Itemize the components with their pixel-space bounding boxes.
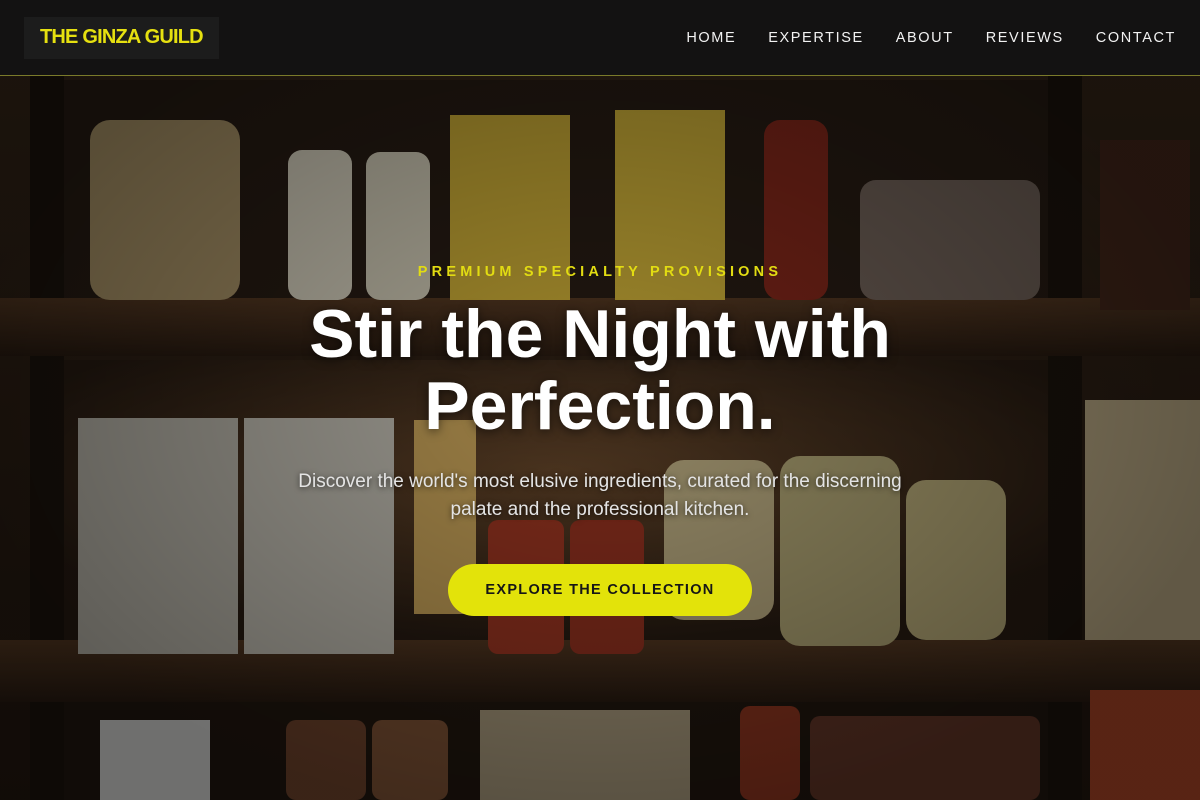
hero-headline-line2: Perfection. (424, 368, 776, 444)
brand-logo[interactable]: THE GINZA GUILD (24, 16, 219, 59)
nav-link-home[interactable]: HOME (686, 30, 736, 46)
main-nav: HOME EXPERTISE ABOUT REVIEWS CONTACT (686, 30, 1176, 46)
hero-eyebrow: PREMIUM SPECIALTY PROVISIONS (417, 264, 783, 280)
hero-headline-line1: Stir the Night with (309, 296, 891, 372)
hero-section: PREMIUM SPECIALTY PROVISIONS Stir the Ni… (0, 264, 1200, 616)
nav-link-contact[interactable]: CONTACT (1096, 30, 1176, 46)
nav-link-reviews[interactable]: REVIEWS (986, 30, 1064, 46)
hero-headline: Stir the Night with Perfection. (0, 298, 1200, 442)
nav-link-expertise[interactable]: EXPERTISE (768, 30, 864, 46)
explore-collection-button[interactable]: EXPLORE THE COLLECTION (448, 564, 752, 616)
nav-link-about[interactable]: ABOUT (896, 30, 954, 46)
hero-subtitle: Discover the world's most elusive ingred… (298, 471, 902, 520)
site-header: THE GINZA GUILD HOME EXPERTISE ABOUT REV… (0, 0, 1200, 76)
